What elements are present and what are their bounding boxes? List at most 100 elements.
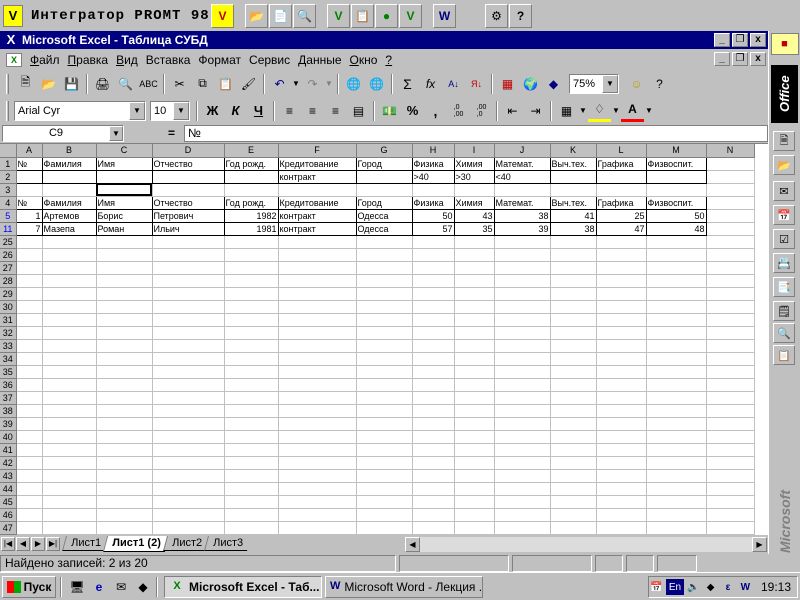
cell[interactable] xyxy=(646,378,707,392)
cell[interactable]: 1982 xyxy=(224,209,279,223)
cell[interactable] xyxy=(706,508,755,522)
undo-icon[interactable]: ↶ xyxy=(268,73,291,95)
cell[interactable] xyxy=(42,495,97,509)
new-office-document-icon[interactable]: 🗎 xyxy=(773,131,795,151)
cell[interactable] xyxy=(596,339,647,353)
cell[interactable]: Химия xyxy=(454,195,495,210)
cell[interactable]: 57 xyxy=(412,222,455,236)
cell[interactable] xyxy=(706,352,755,366)
cell[interactable] xyxy=(494,365,551,379)
row-header[interactable]: 5 xyxy=(0,209,17,223)
cell[interactable] xyxy=(550,430,597,444)
cell[interactable]: Химия xyxy=(454,156,495,171)
cell[interactable] xyxy=(412,326,455,340)
volume-icon[interactable]: 🔈 xyxy=(686,579,701,595)
cell[interactable] xyxy=(96,170,153,184)
cell[interactable] xyxy=(646,521,707,535)
undo-dropdown-icon[interactable]: ▼ xyxy=(291,73,301,95)
cell[interactable] xyxy=(454,248,495,262)
cell[interactable] xyxy=(42,352,97,366)
journal-icon[interactable]: 📑 xyxy=(773,277,795,297)
restore-button[interactable]: ❐ xyxy=(732,33,748,47)
row-header[interactable]: 37 xyxy=(0,391,17,405)
zoom-select[interactable]: 75% ▼ xyxy=(569,73,619,94)
cell[interactable] xyxy=(356,430,413,444)
cell[interactable] xyxy=(646,287,707,301)
cell[interactable] xyxy=(706,482,755,496)
chevron-down-icon[interactable]: ▼ xyxy=(109,126,123,141)
column-header[interactable]: C xyxy=(96,144,153,158)
cell[interactable]: контракт xyxy=(278,209,357,223)
cell[interactable] xyxy=(278,456,357,470)
cell[interactable] xyxy=(278,495,357,509)
sort-descending-icon[interactable]: Я↓ xyxy=(465,73,488,95)
cell[interactable] xyxy=(16,287,43,301)
cell[interactable] xyxy=(494,183,551,197)
cell[interactable] xyxy=(706,170,755,184)
cell[interactable] xyxy=(42,365,97,379)
cell[interactable] xyxy=(224,469,279,483)
column-header[interactable]: G xyxy=(356,144,413,158)
prev-sheet-icon[interactable]: ◀ xyxy=(16,537,30,551)
row-header[interactable]: 11 xyxy=(0,222,17,236)
cell[interactable] xyxy=(42,300,97,314)
cell[interactable] xyxy=(278,391,357,405)
row-header[interactable]: 35 xyxy=(0,365,17,379)
cell[interactable] xyxy=(596,183,647,197)
cell[interactable]: 50 xyxy=(412,209,455,223)
font-size-select[interactable]: 10 ▼ xyxy=(150,100,190,121)
row-header[interactable]: 25 xyxy=(0,235,17,249)
cell[interactable] xyxy=(16,521,43,535)
cell[interactable]: № xyxy=(15,156,43,171)
channels-icon[interactable]: ◆ xyxy=(133,577,153,597)
cell[interactable] xyxy=(356,508,413,522)
cell[interactable]: 35 xyxy=(454,222,495,236)
cell[interactable] xyxy=(706,196,755,210)
cell[interactable] xyxy=(16,339,43,353)
cell[interactable] xyxy=(596,235,647,249)
row-header[interactable]: 30 xyxy=(0,300,17,314)
row-header[interactable]: 36 xyxy=(0,378,17,392)
cell[interactable] xyxy=(550,521,597,535)
cell[interactable]: Физвоспит. xyxy=(646,195,707,210)
cell[interactable] xyxy=(706,261,755,275)
cell[interactable] xyxy=(494,456,551,470)
row-header[interactable]: 1 xyxy=(0,157,17,171)
cell[interactable] xyxy=(96,404,153,418)
cell[interactable] xyxy=(412,508,455,522)
cell[interactable] xyxy=(454,378,495,392)
cell[interactable] xyxy=(550,352,597,366)
cell[interactable] xyxy=(596,248,647,262)
cell[interactable]: контракт xyxy=(278,222,357,236)
cell[interactable] xyxy=(454,365,495,379)
cell[interactable] xyxy=(356,261,413,275)
cell[interactable] xyxy=(454,404,495,418)
cell[interactable] xyxy=(646,443,707,457)
cell[interactable] xyxy=(596,391,647,405)
menu-item-6[interactable]: Данные xyxy=(294,53,345,67)
gear-icon[interactable]: ⚙ xyxy=(485,3,508,28)
cell[interactable]: Физика xyxy=(412,156,455,171)
cell[interactable] xyxy=(596,508,647,522)
cell[interactable] xyxy=(454,300,495,314)
row-header[interactable]: 28 xyxy=(0,274,17,288)
column-header[interactable]: L xyxy=(596,144,647,158)
cell[interactable] xyxy=(494,495,551,509)
cell[interactable] xyxy=(646,352,707,366)
cell[interactable] xyxy=(706,222,755,236)
internet-explorer-icon[interactable]: e xyxy=(89,577,109,597)
cell[interactable] xyxy=(646,261,707,275)
cell[interactable] xyxy=(224,235,279,249)
cell[interactable] xyxy=(96,521,153,535)
cell[interactable]: Борис xyxy=(96,209,153,223)
align-right-icon[interactable]: ≡ xyxy=(324,100,347,122)
cell[interactable]: Отчество xyxy=(152,156,225,171)
column-header[interactable]: B xyxy=(42,144,97,158)
menu-item-7[interactable]: Окно xyxy=(346,53,382,67)
cell[interactable]: 1981 xyxy=(224,222,279,236)
cell[interactable] xyxy=(596,365,647,379)
first-sheet-icon[interactable]: |◀ xyxy=(1,537,15,551)
cell[interactable] xyxy=(152,248,225,262)
cell[interactable] xyxy=(596,170,647,184)
cell[interactable] xyxy=(706,404,755,418)
